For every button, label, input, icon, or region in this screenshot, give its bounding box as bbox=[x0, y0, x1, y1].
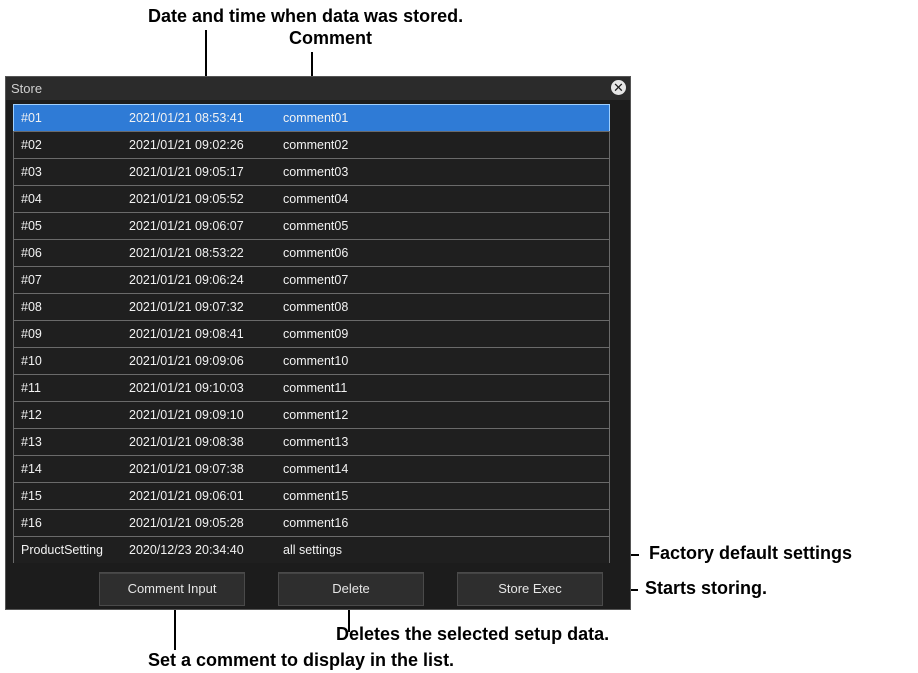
list-row[interactable]: #15 2021/01/21 09:06:01 comment15 bbox=[13, 482, 610, 510]
delete-button[interactable]: Delete bbox=[278, 572, 424, 606]
list-row[interactable]: #06 2021/01/21 08:53:22 comment06 bbox=[13, 239, 610, 267]
list-row[interactable]: #12 2021/01/21 09:09:10 comment12 bbox=[13, 401, 610, 429]
row-datetime: 2021/01/21 09:07:38 bbox=[129, 462, 244, 476]
row-number: #09 bbox=[21, 327, 42, 341]
comment-input-button[interactable]: Comment Input bbox=[99, 572, 245, 606]
annotation-factory-default: Factory default settings bbox=[649, 543, 853, 563]
row-comment: comment13 bbox=[283, 435, 349, 449]
annotation-set-comment: Set a comment to display in the list. bbox=[148, 650, 455, 670]
row-datetime: 2021/01/21 09:09:06 bbox=[129, 354, 244, 368]
list-row[interactable]: #03 2021/01/21 09:05:17 comment03 bbox=[13, 158, 610, 186]
list-row[interactable]: #04 2021/01/21 09:05:52 comment04 bbox=[13, 185, 610, 213]
row-comment: comment04 bbox=[283, 192, 349, 206]
annotation-comment: Comment bbox=[289, 28, 373, 48]
annotation-starts-storing: Starts storing. bbox=[645, 578, 768, 598]
row-datetime: 2021/01/21 09:02:26 bbox=[129, 138, 244, 152]
row-datetime: 2021/01/21 09:10:03 bbox=[129, 381, 244, 395]
list-row[interactable]: #13 2021/01/21 09:08:38 comment13 bbox=[13, 428, 610, 456]
stored-data-list[interactable]: #01 2021/01/21 08:53:41 comment01 #02 2021/0… bbox=[13, 104, 610, 563]
row-datetime: 2021/01/21 09:09:10 bbox=[129, 408, 244, 422]
row-number: #02 bbox=[21, 138, 42, 152]
row-datetime: 2021/01/21 09:06:07 bbox=[129, 219, 244, 233]
row-comment: comment03 bbox=[283, 165, 349, 179]
row-comment: comment08 bbox=[283, 300, 349, 314]
row-datetime: 2021/01/21 09:05:17 bbox=[129, 165, 244, 179]
list-row[interactable]: #14 2021/01/21 09:07:38 comment14 bbox=[13, 455, 610, 483]
row-comment: all settings bbox=[283, 543, 343, 557]
row-comment: comment05 bbox=[283, 219, 349, 233]
row-number: #16 bbox=[21, 516, 42, 530]
row-comment: comment15 bbox=[283, 489, 349, 503]
window-title: Store bbox=[11, 81, 43, 96]
store-window: Store ✕ #01 2021/01/21 08:53:41 comment01 #… bbox=[5, 76, 631, 610]
row-comment: comment09 bbox=[283, 327, 349, 341]
row-datetime: 2021/01/21 09:08:38 bbox=[129, 435, 244, 449]
row-number: #04 bbox=[21, 192, 42, 206]
list-row[interactable]: #07 2021/01/21 09:06:24 comment07 bbox=[13, 266, 610, 294]
row-datetime: 2021/01/21 09:05:28 bbox=[129, 516, 244, 530]
annotation-date-time: Date and time when data was stored. bbox=[148, 6, 464, 26]
row-datetime: 2021/01/21 09:06:24 bbox=[129, 273, 244, 287]
row-datetime: 2021/01/21 09:08:41 bbox=[129, 327, 244, 341]
row-comment: comment02 bbox=[283, 138, 349, 152]
row-number: #01 bbox=[21, 111, 42, 125]
row-datetime: 2021/01/21 08:53:41 bbox=[129, 111, 244, 125]
list-row[interactable]: #09 2021/01/21 09:08:41 comment09 bbox=[13, 320, 610, 348]
list-row[interactable]: ProductSetting 2020/12/23 20:34:40 all set… bbox=[13, 536, 610, 563]
row-comment: comment01 bbox=[283, 111, 349, 125]
row-comment: comment11 bbox=[283, 381, 348, 395]
row-datetime: 2020/12/23 20:34:40 bbox=[129, 543, 244, 557]
row-number: ProductSetting bbox=[21, 543, 103, 557]
list-row[interactable]: #08 2021/01/21 09:07:32 comment08 bbox=[13, 293, 610, 321]
list-row[interactable]: #10 2021/01/21 09:09:06 comment10 bbox=[13, 347, 610, 375]
row-number: #07 bbox=[21, 273, 42, 287]
list-row[interactable]: #11 2021/01/21 09:10:03 comment11 bbox=[13, 374, 610, 402]
row-number: #14 bbox=[21, 462, 42, 476]
list-row[interactable]: #02 2021/01/21 09:02:26 comment02 bbox=[13, 131, 610, 159]
row-number: #08 bbox=[21, 300, 42, 314]
list-row[interactable]: #16 2021/01/21 09:05:28 comment16 bbox=[13, 509, 610, 537]
list-scrollbar[interactable] bbox=[613, 104, 625, 563]
list-row[interactable]: #05 2021/01/21 09:06:07 comment05 bbox=[13, 212, 610, 240]
row-datetime: 2021/01/21 09:07:32 bbox=[129, 300, 244, 314]
row-comment: comment07 bbox=[283, 273, 349, 287]
row-datetime: 2021/01/21 08:53:22 bbox=[129, 246, 244, 260]
row-comment: comment16 bbox=[283, 516, 349, 530]
row-number: #13 bbox=[21, 435, 42, 449]
row-number: #11 bbox=[21, 381, 41, 395]
annotation-deletes-selected: Deletes the selected setup data. bbox=[336, 624, 610, 644]
row-datetime: 2021/01/21 09:06:01 bbox=[129, 489, 244, 503]
list-row[interactable]: #01 2021/01/21 08:53:41 comment01 bbox=[13, 104, 610, 132]
row-comment: comment14 bbox=[283, 462, 349, 476]
row-number: #05 bbox=[21, 219, 42, 233]
store-exec-button[interactable]: Store Exec bbox=[457, 572, 603, 606]
row-number: #03 bbox=[21, 165, 42, 179]
row-number: #12 bbox=[21, 408, 42, 422]
row-number: #06 bbox=[21, 246, 42, 260]
row-comment: comment06 bbox=[283, 246, 349, 260]
row-comment: comment12 bbox=[283, 408, 349, 422]
row-comment: comment10 bbox=[283, 354, 349, 368]
row-datetime: 2021/01/21 09:05:52 bbox=[129, 192, 244, 206]
close-icon[interactable]: ✕ bbox=[611, 80, 626, 95]
row-number: #10 bbox=[21, 354, 42, 368]
row-number: #15 bbox=[21, 489, 42, 503]
window-titlebar: Store ✕ bbox=[6, 77, 630, 100]
